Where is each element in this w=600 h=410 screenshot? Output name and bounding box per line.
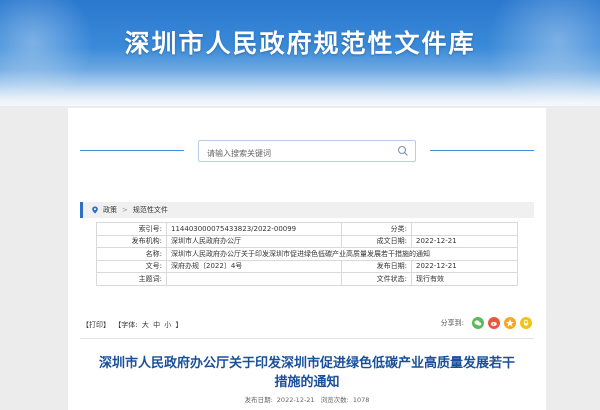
table-row: 发布机构: 深圳市人民政府办公厅 成文日期: 2022-12-21 — [96, 234, 518, 248]
share-label: 分享到: — [440, 319, 464, 327]
document-title: 深圳市人民政府办公厅关于印发深圳市促进绿色低碳产业高质量发展若干措施的通知 — [98, 356, 515, 390]
header-banner: 深圳市人民政府规范性文件库 — [0, 0, 600, 106]
publish-date-label: 发布日期: — [244, 396, 273, 404]
wechat-share-icon[interactable] — [472, 317, 484, 329]
breadcrumb-separator: > — [122, 206, 128, 214]
view-count-label: 浏览次数: — [320, 396, 349, 404]
meta-label-written-date: 成文日期: — [341, 234, 412, 248]
print-font-controls: 【打印】 【字体: 大 中 小 】 — [82, 320, 185, 330]
print-button[interactable]: 【打印】 — [82, 321, 110, 329]
search-bar — [80, 140, 534, 164]
meta-label-keywords: 主题词: — [96, 272, 167, 286]
search-icon[interactable] — [397, 145, 409, 157]
qzone-share-icon[interactable] — [504, 317, 516, 329]
weibo-share-icon[interactable] — [488, 317, 500, 329]
content-divider — [80, 338, 534, 339]
main-content: 政策 > 规范性文件 索引号: 11440300007543382​3/2022… — [68, 108, 546, 410]
font-medium-button[interactable]: 中 — [153, 321, 160, 329]
breadcrumb: 政策 > 规范性文件 — [80, 202, 534, 218]
meta-value-status: 现行有效 — [411, 272, 518, 286]
meta-value-doc-number: 深府办规〔2022〕4号 — [166, 259, 342, 273]
meta-label-index: 索引号: — [96, 222, 167, 236]
meta-label-status: 文件状态: — [341, 272, 412, 286]
meta-value-publisher: 深圳市人民政府办公厅 — [166, 234, 342, 248]
search-divider-left — [80, 150, 184, 151]
table-row: 主题词: 文件状态: 现行有效 — [96, 272, 518, 286]
document-publish-info: 发布日期: 2022-12-21 浏览次数: 1078 — [68, 394, 546, 404]
document-metadata-table: 索引号: 11440300007543382​3/2022-00099 分类: … — [96, 222, 518, 286]
table-row: 名称: 深圳市人民政府办公厅关于印发深圳市促进绿色低碳产业高质量发展若干措施的通… — [96, 247, 518, 261]
meta-value-publish-date: 2022-12-21 — [411, 259, 518, 273]
font-size-close: 】 — [175, 321, 183, 329]
breadcrumb-current[interactable]: 规范性文件 — [133, 205, 168, 215]
meta-value-index: 11440300007543382​3/2022-00099 — [166, 222, 342, 236]
meta-label-name: 名称: — [96, 247, 167, 261]
meta-label-publisher: 发布机构: — [96, 234, 167, 248]
share-controls: 分享到: — [441, 317, 532, 329]
table-row: 文号: 深府办规〔2022〕4号 发布日期: 2022-12-21 — [96, 259, 518, 273]
site-title: 深圳市人民政府规范性文件库 — [124, 29, 476, 58]
search-box — [198, 140, 416, 164]
breadcrumb-home[interactable]: 政策 — [103, 205, 117, 215]
font-large-button[interactable]: 大 — [142, 321, 149, 329]
font-size-label: 【字体: — [114, 321, 138, 329]
banner-glow — [0, 70, 600, 106]
meta-value-category — [411, 222, 518, 236]
publish-date: 2022-12-21 — [276, 396, 315, 404]
search-divider-right — [430, 150, 534, 151]
location-icon — [92, 206, 98, 214]
meta-value-written-date: 2022-12-21 — [411, 234, 518, 248]
meta-label-doc-number: 文号: — [96, 259, 167, 273]
search-input[interactable] — [199, 143, 389, 164]
meta-label-category: 分类: — [341, 222, 412, 236]
table-row: 索引号: 11440300007543382​3/2022-00099 分类: — [96, 222, 518, 236]
font-small-button[interactable]: 小 — [164, 321, 171, 329]
meta-value-name: 深圳市人民政府办公厅关于印发深圳市促进绿色低碳产业高质量发展若干措施的通知 — [166, 247, 518, 261]
article-toolbar: 【打印】 【字体: 大 中 小 】 分享到: — [80, 316, 534, 332]
meta-value-keywords — [166, 272, 342, 286]
view-count: 1078 — [352, 396, 370, 404]
meta-label-publish-date: 发布日期: — [341, 259, 412, 273]
qq-share-icon[interactable] — [520, 317, 532, 329]
